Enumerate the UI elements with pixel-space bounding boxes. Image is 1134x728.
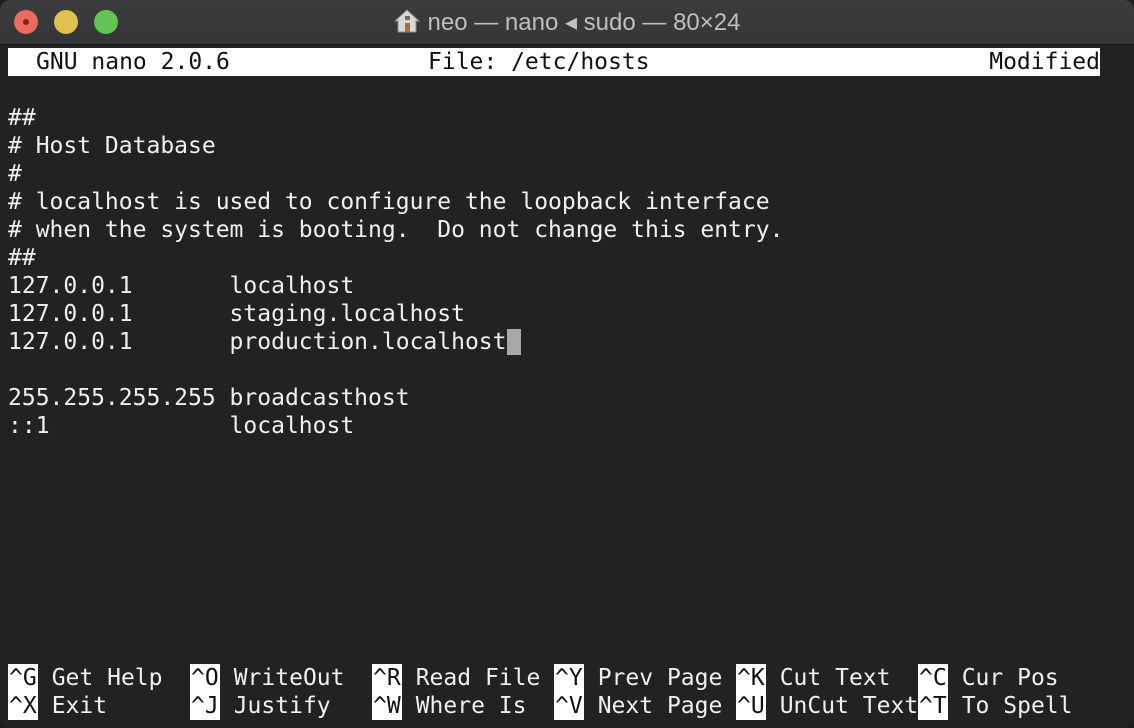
shortcut-label: Where Is [415,693,527,719]
shortcut-key: ^C [918,664,948,692]
line-text: # Host Database [8,133,216,159]
terminal-window: neo — nano ◂ sudo — 80×24 GNU nano 2.0.6… [0,0,1134,728]
shortcut-key: ^Y [554,664,584,692]
shortcut-read-file[interactable]: ^R Read File [372,664,540,692]
shortcut-next-page[interactable]: ^V Next Page [554,692,722,720]
title-bar[interactable]: neo — nano ◂ sudo — 80×24 [0,0,1134,45]
line-text: ## [8,245,36,271]
shortcut-key: ^X [8,692,38,720]
editor-line[interactable]: 255.255.255.255 broadcasthost [8,384,410,412]
shortcut-label: Read File [415,665,541,691]
line-text: # [8,161,22,187]
line-text: # localhost is used to configure the loo… [8,189,770,215]
shortcut-cur-pos[interactable]: ^C Cur Pos [918,664,1059,692]
file-name: File: /etc/hosts [428,49,650,75]
line-text: 127.0.0.1 production.localhost [8,329,507,355]
editor-line[interactable]: 127.0.0.1 staging.localhost [8,300,465,328]
shortcut-key: ^U [736,692,766,720]
line-text: 255.255.255.255 broadcasthost [8,385,410,411]
editor-line[interactable]: # [8,160,22,188]
shortcut-label: Cut Text [779,665,891,691]
line-text: ::1 localhost [8,413,355,439]
home-icon [393,9,420,33]
line-text: ## [8,105,36,131]
shortcut-key: ^R [372,664,402,692]
shortcut-key: ^K [736,664,766,692]
line-text: 127.0.0.1 staging.localhost [8,301,465,327]
shortcut-label: Get Help [51,665,163,691]
shortcut-label: Prev Page [597,665,723,691]
shortcut-label: WriteOut [233,665,345,691]
editor-line[interactable]: # Host Database [8,132,216,160]
shortcut-justify[interactable]: ^J Justify [190,692,331,720]
shortcut-to-spell[interactable]: ^T To Spell [918,692,1072,720]
modified-status: Modified [989,49,1100,75]
editor-line[interactable]: 127.0.0.1 production.localhost [8,328,521,356]
shortcut-key: ^O [190,664,220,692]
shortcut-key: ^T [918,692,948,720]
shortcut-where-is[interactable]: ^W Where Is [372,692,526,720]
shortcut-label: Cur Pos [961,665,1059,691]
shortcut-label: Justify [233,693,331,719]
nano-version: GNU nano 2.0.6 [36,49,230,75]
shortcut-label: Next Page [597,693,723,719]
shortcut-label: Exit [51,693,108,719]
shortcut-key: ^G [8,664,38,692]
shortcut-writeout[interactable]: ^O WriteOut [190,664,344,692]
window-title: neo — nano ◂ sudo — 80×24 [0,8,1134,37]
editor-line[interactable]: ## [8,244,36,272]
shortcut-key: ^V [554,692,584,720]
editor-line[interactable]: ## [8,104,36,132]
shortcut-uncut-text[interactable]: ^U UnCut Text [736,692,918,720]
shortcut-cut-text[interactable]: ^K Cut Text [736,664,890,692]
text-cursor [506,329,521,355]
shortcut-exit[interactable]: ^X Exit [8,692,107,720]
shortcut-label: To Spell [961,693,1073,719]
shortcut-label: UnCut Text [779,693,919,719]
shortcut-key: ^J [190,692,220,720]
window-title-text: neo — nano ◂ sudo — 80×24 [427,9,741,36]
shortcut-get-help[interactable]: ^G Get Help [8,664,162,692]
editor-line[interactable]: # localhost is used to configure the loo… [8,188,770,216]
line-text: # when the system is booting. Do not cha… [8,217,784,243]
editor-line[interactable]: ::1 localhost [8,412,354,440]
editor-line[interactable]: # when the system is booting. Do not cha… [8,216,783,244]
nano-editor[interactable]: GNU nano 2.0.6 File: /etc/hosts Modified… [8,48,1126,728]
shortcut-prev-page[interactable]: ^Y Prev Page [554,664,722,692]
shortcut-key: ^W [372,692,402,720]
editor-line[interactable]: 127.0.0.1 localhost [8,272,354,300]
nano-header: GNU nano 2.0.6 File: /etc/hosts Modified [8,48,1100,76]
line-text: 127.0.0.1 localhost [8,273,355,299]
